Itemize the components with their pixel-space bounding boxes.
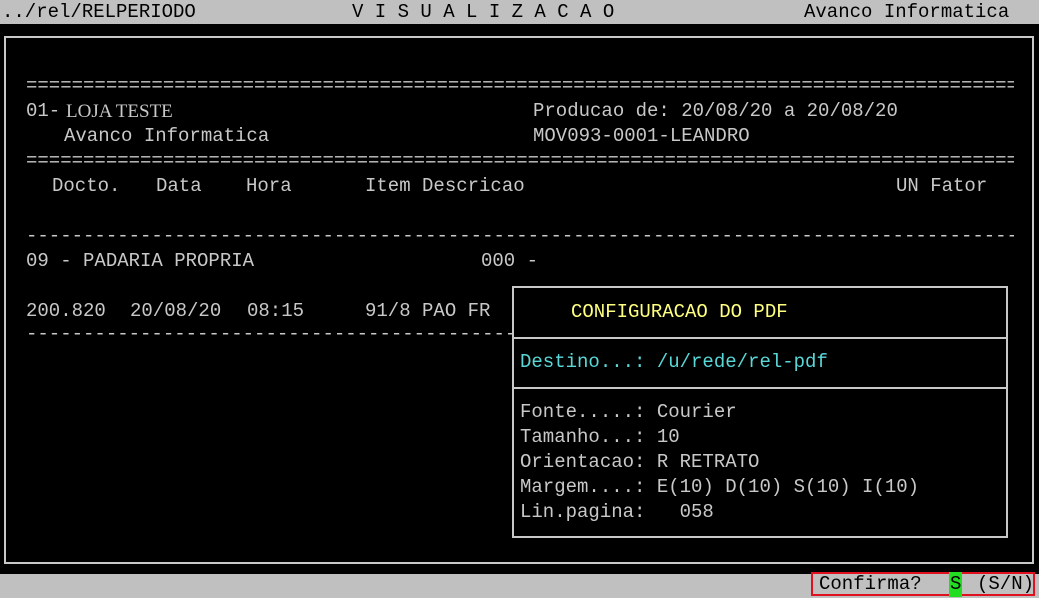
- row-docto: 200.820: [26, 300, 106, 322]
- store-name: LOJA TESTE: [66, 101, 173, 122]
- tamanho-field[interactable]: Tamanho...: 10: [520, 425, 680, 450]
- company-line: Avanco Informatica: [64, 125, 270, 147]
- dialog-title: CONFIGURACAO DO PDF: [571, 301, 788, 323]
- double-rule-header: ========================================…: [26, 150, 1014, 172]
- lin-pagina-field[interactable]: Lin.pagina: 058: [520, 500, 714, 525]
- destino-field[interactable]: Destino...: /u/rede/rel-pdf: [520, 350, 828, 375]
- column-docto: Docto.: [52, 175, 121, 197]
- row-hora: 08:15: [247, 300, 305, 322]
- program-path: ../rel/RELPERIODO: [2, 1, 196, 23]
- confirm-label: Confirma?: [819, 573, 922, 595]
- single-rule-row: ----------------------------------------…: [26, 323, 512, 345]
- confirm-prompt[interactable]: Confirma? S (S/N): [811, 572, 1035, 597]
- column-hora: Hora: [246, 175, 292, 197]
- store-code: 01-: [26, 100, 61, 122]
- fonte-field[interactable]: Fonte.....: Courier: [520, 400, 737, 425]
- single-rule-header: ----------------------------------------…: [26, 225, 1014, 247]
- screen-title: V I S U A L I Z A C A O: [352, 1, 615, 23]
- column-un-fator: UN Fator: [896, 175, 988, 197]
- column-data: Data: [156, 175, 202, 197]
- title-bar: ../rel/RELPERIODO V I S U A L I Z A C A …: [0, 0, 1039, 24]
- confirm-input[interactable]: S: [949, 572, 963, 597]
- production-period: Producao de: 20/08/20 a 20/08/20: [533, 100, 898, 122]
- user-reference: MOV093-0001-LEANDRO: [533, 125, 750, 147]
- confirm-options: (S/N): [977, 573, 1035, 595]
- pdf-config-dialog: CONFIGURACAO DO PDF Destino...: /u/rede/…: [512, 286, 1008, 538]
- dialog-divider-1: [514, 337, 1006, 339]
- double-rule-top: ========================================…: [26, 75, 1014, 97]
- orientacao-field[interactable]: Orientacao: R RETRATO: [520, 450, 759, 475]
- row-item: 91/8 PAO FR: [365, 300, 491, 322]
- margem-field[interactable]: Margem....: E(10) D(10) S(10) I(10): [520, 475, 919, 500]
- company-name: Avanco Informatica: [804, 1, 1010, 23]
- group-code: 000 -: [481, 250, 539, 272]
- group-line: 09 - PADARIA PROPRIA: [26, 250, 255, 272]
- dialog-divider-2: [514, 387, 1006, 389]
- row-data: 20/08/20: [130, 300, 222, 322]
- column-item-descricao: Item Descricao: [365, 175, 525, 197]
